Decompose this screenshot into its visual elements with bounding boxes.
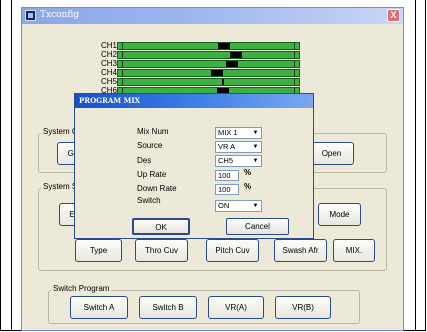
cancel-button[interactable]: Cancel	[226, 218, 289, 235]
des-select[interactable]: CH5 ▼	[215, 155, 262, 167]
switch-a-button[interactable]: Switch A	[70, 296, 128, 319]
ch1-label: CH1	[101, 41, 118, 50]
dialog-title-bar[interactable]: PROGRAM MIX	[75, 94, 313, 108]
mix-num-value: MIX 1	[218, 128, 238, 137]
dialog-title: PROGRAM MIX	[79, 96, 141, 105]
up-rate-label: Up Rate	[137, 170, 167, 179]
des-label: Des	[137, 156, 152, 165]
ch3-label: CH3	[101, 59, 118, 68]
des-value: CH5	[218, 156, 234, 165]
mix-button[interactable]: MIX.	[333, 239, 375, 262]
ch3-knob	[226, 61, 238, 67]
source-select[interactable]: VR A ▼	[215, 141, 262, 153]
switch-value: ON	[218, 201, 230, 210]
pitch-cuv-button[interactable]: Pitch Cuv	[206, 239, 259, 262]
switch-b-button[interactable]: Switch B	[139, 296, 197, 319]
app-icon	[25, 10, 36, 21]
title-bar[interactable]: Txconfig X	[22, 8, 403, 24]
ch4-knob	[211, 70, 223, 76]
switch-label: Switch	[137, 196, 161, 205]
close-button[interactable]: X	[387, 9, 400, 22]
source-value: VR A	[218, 142, 236, 151]
ch5-knob	[222, 79, 224, 85]
vr-b-button[interactable]: VR(B)	[275, 296, 331, 319]
down-rate-input[interactable]: 100	[215, 184, 239, 195]
chevron-down-icon: ▼	[252, 144, 259, 150]
window-title: Txconfig	[40, 10, 80, 20]
mode-button[interactable]: Mode	[318, 203, 361, 226]
ch3-bar	[117, 60, 300, 68]
ch2-bar	[117, 51, 300, 59]
open-button[interactable]: Open	[309, 142, 354, 165]
up-rate-unit: %	[244, 168, 252, 177]
swash-afr-button[interactable]: Swash Afr	[274, 239, 327, 262]
thro-cuv-button[interactable]: Thro Cuv	[135, 239, 188, 262]
ch1-knob	[218, 43, 230, 49]
ch4-label: CH4	[101, 68, 118, 77]
down-rate-label: Down Rate	[137, 184, 177, 193]
up-rate-input[interactable]: 100	[215, 170, 239, 181]
ch5-bar	[117, 78, 300, 86]
chevron-down-icon: ▼	[252, 130, 259, 136]
chevron-down-icon: ▼	[252, 158, 259, 164]
ch2-label: CH2	[101, 50, 118, 59]
down-rate-unit: %	[244, 182, 252, 191]
mix-num-label: Mix Num	[137, 127, 169, 136]
type-button[interactable]: Type	[75, 239, 122, 262]
ch2-knob	[230, 52, 242, 58]
chevron-down-icon: ▼	[252, 203, 259, 209]
switch-program-title: Switch Program	[51, 284, 112, 293]
frame-line-left	[11, 0, 12, 330]
ch4-bar	[117, 69, 300, 77]
source-label: Source	[137, 141, 163, 150]
ch5-label: CH5	[101, 77, 118, 86]
mix-num-select[interactable]: MIX 1 ▼	[215, 127, 262, 139]
frame-line-right	[415, 0, 416, 330]
vr-a-button[interactable]: VR(A)	[208, 296, 264, 319]
switch-select[interactable]: ON ▼	[215, 200, 262, 212]
ch1-bar	[117, 42, 300, 50]
ok-button[interactable]: OK	[132, 218, 190, 235]
